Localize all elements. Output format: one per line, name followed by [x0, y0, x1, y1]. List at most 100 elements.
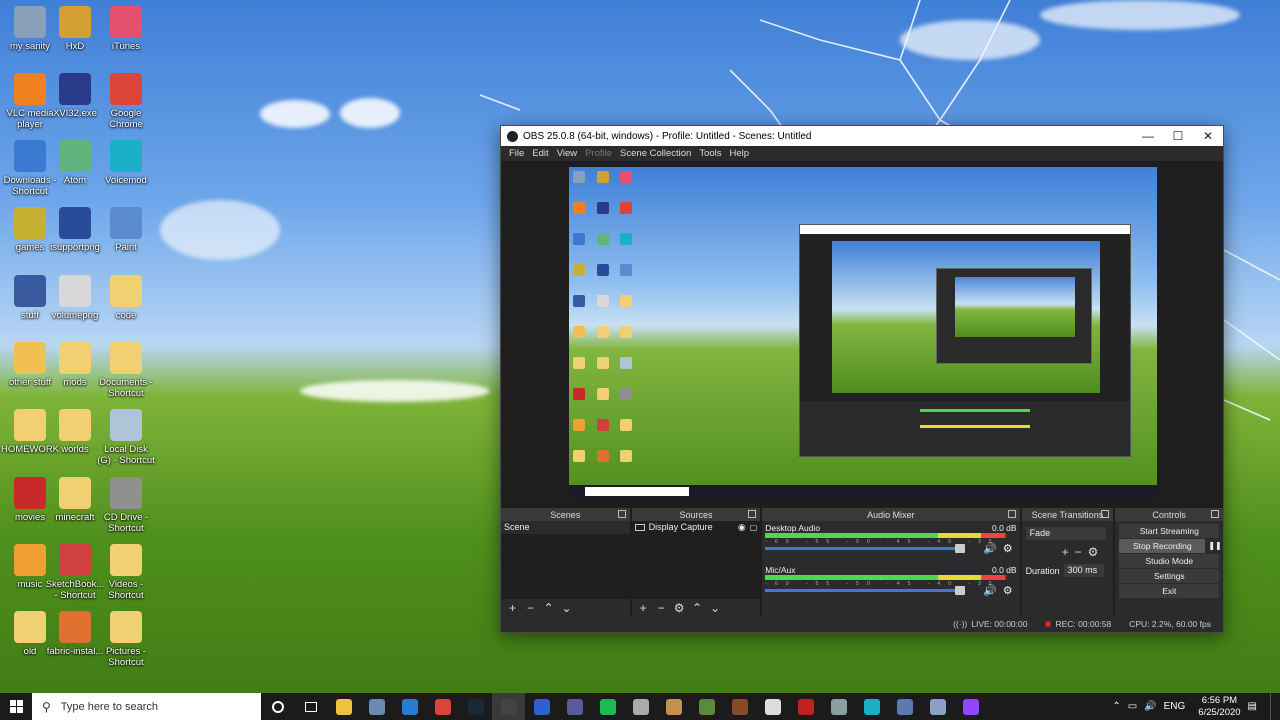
taskbar-chrome-icon[interactable] — [426, 693, 459, 720]
stop-recording-button[interactable]: Stop Recording — [1119, 539, 1206, 553]
app-icon — [14, 140, 46, 172]
transition-gear-icon[interactable]: ⚙ — [1088, 545, 1099, 559]
clock[interactable]: 6:56 PM 6/25/2020 — [1198, 695, 1240, 719]
speaker-icon[interactable]: 🔊 — [983, 542, 997, 555]
desktop-icon-item[interactable]: Local Disk (G) - Shortcut — [96, 409, 156, 466]
desktop-icon-item[interactable]: iTunes — [96, 6, 156, 52]
volume-fader[interactable] — [765, 586, 966, 595]
taskbar-app-15-icon[interactable] — [789, 693, 822, 720]
obs-titlebar[interactable]: OBS 25.0.8 (64-bit, windows) - Profile: … — [501, 126, 1223, 146]
desktop-icon-item[interactable]: Documents - Shortcut — [96, 342, 156, 399]
desktop-icon-item[interactable]: Pictures - Shortcut — [96, 611, 156, 668]
taskbar-app-19-icon[interactable] — [921, 693, 954, 720]
undock-icon[interactable] — [1007, 510, 1016, 518]
menu-scene-collection[interactable]: Scene Collection — [620, 148, 691, 159]
maximize-button[interactable]: ☐ — [1163, 126, 1193, 146]
add-source-button[interactable]: + — [637, 601, 650, 615]
visibility-eye-icon[interactable]: ◉ — [738, 521, 746, 534]
taskbar-app-17-icon[interactable] — [855, 693, 888, 720]
undock-icon[interactable] — [1101, 510, 1110, 518]
close-button[interactable]: ✕ — [1193, 126, 1223, 146]
remove-scene-button[interactable]: − — [524, 601, 537, 615]
taskbar-app-10-icon[interactable] — [624, 693, 657, 720]
taskbar-app-14-icon[interactable] — [756, 693, 789, 720]
task-view-icon[interactable] — [294, 693, 327, 720]
start-button[interactable] — [0, 693, 32, 720]
language-icon[interactable]: ENG — [1164, 701, 1186, 712]
taskbar-app-18-icon[interactable] — [888, 693, 921, 720]
studio-mode-button[interactable]: Studio Mode — [1119, 554, 1220, 568]
track-gear-icon[interactable]: ⚙ — [1003, 584, 1013, 597]
volume-fader[interactable] — [765, 544, 966, 553]
notifications-icon[interactable]: ▤ — [1248, 701, 1257, 712]
taskbar-app-2-icon[interactable] — [360, 693, 393, 720]
transition-select[interactable]: Fade — [1025, 527, 1106, 540]
move-up-icon[interactable]: ⌃ — [542, 601, 555, 615]
move-up-icon[interactable]: ⌃ — [691, 601, 704, 615]
pause-recording-icon[interactable]: ❚❚ — [1208, 539, 1221, 553]
desktop-icon-item[interactable]: Paint — [96, 207, 156, 253]
taskbar-app-13-icon[interactable] — [723, 693, 756, 720]
network-icon[interactable]: ▭ — [1128, 701, 1137, 712]
desktop-icon-item[interactable]: Videos - Shortcut — [96, 544, 156, 601]
start-streaming-button[interactable]: Start Streaming — [1119, 524, 1220, 538]
add-transition-button[interactable]: + — [1062, 545, 1069, 559]
rec-status: REC: 00:00:58 — [1045, 619, 1111, 629]
duration-input[interactable]: 300 ms — [1063, 564, 1104, 577]
desktop-icon-item[interactable]: code — [96, 275, 156, 321]
menu-edit[interactable]: Edit — [532, 148, 548, 159]
cortana-icon[interactable] — [261, 693, 294, 720]
minimize-button[interactable]: — — [1133, 126, 1163, 146]
taskbar-app-11-icon[interactable] — [657, 693, 690, 720]
nested-preview — [832, 241, 1100, 393]
preview-canvas[interactable] — [569, 167, 1157, 498]
menu-tools[interactable]: Tools — [699, 148, 721, 159]
track-gear-icon[interactable]: ⚙ — [1003, 542, 1013, 555]
taskbar-app-16-icon[interactable] — [822, 693, 855, 720]
clock-time: 6:56 PM — [1201, 694, 1238, 706]
taskbar-minecraft-icon[interactable] — [690, 693, 723, 720]
menu-view[interactable]: View — [557, 148, 577, 159]
taskbar-spotify-icon[interactable] — [591, 693, 624, 720]
desktop-icon-item[interactable]: Google Chrome — [96, 73, 156, 130]
desktop-icon-label: Pictures - Shortcut — [105, 646, 147, 668]
source-properties-gear-icon[interactable]: ⚙ — [673, 601, 686, 615]
undock-icon[interactable] — [748, 510, 757, 518]
exit-button[interactable]: Exit — [1119, 584, 1220, 598]
lock-icon[interactable]: ▢ — [750, 521, 758, 534]
menu-help[interactable]: Help — [730, 148, 750, 159]
remove-source-button[interactable]: − — [655, 601, 668, 615]
move-down-icon[interactable]: ⌄ — [709, 601, 722, 615]
menu-profile[interactable]: Profile — [585, 148, 612, 159]
add-scene-button[interactable]: + — [506, 601, 519, 615]
remove-transition-button[interactable]: − — [1075, 545, 1082, 559]
taskbar-app-3-icon[interactable] — [393, 693, 426, 720]
desktop-icon-item[interactable]: Voicemod — [96, 140, 156, 186]
fader-knob[interactable] — [955, 544, 966, 553]
menu-file[interactable]: File — [509, 148, 524, 159]
taskbar-obs-icon[interactable] — [492, 693, 525, 720]
taskbar-search-input[interactable]: ⚲ Type here to search — [32, 693, 261, 720]
undock-icon[interactable] — [1211, 510, 1220, 518]
obs-window[interactable]: OBS 25.0.8 (64-bit, windows) - Profile: … — [500, 125, 1224, 633]
undock-icon[interactable] — [617, 510, 626, 518]
taskbar-file-explorer-icon[interactable] — [327, 693, 360, 720]
mini-desktop-icon — [573, 388, 585, 400]
source-item[interactable]: Display Capture ◉ ▢ — [632, 521, 761, 534]
settings-button[interactable]: Settings — [1119, 569, 1220, 583]
taskbar-twitch-icon[interactable] — [954, 693, 987, 720]
move-down-icon[interactable]: ⌄ — [560, 601, 573, 615]
chevron-up-icon[interactable]: ⌃ — [1112, 701, 1120, 712]
volume-icon[interactable]: 🔊 — [1144, 701, 1156, 712]
scene-item[interactable]: Scene — [501, 521, 630, 534]
mini-desktop-icon — [573, 202, 585, 214]
app-icon — [59, 544, 91, 576]
show-desktop-button[interactable] — [1270, 693, 1274, 720]
desktop-icon-item[interactable]: CD Drive - Shortcut — [96, 477, 156, 534]
fader-knob[interactable] — [955, 586, 966, 595]
taskbar-app-7-icon[interactable] — [525, 693, 558, 720]
taskbar-steam-icon[interactable] — [459, 693, 492, 720]
speaker-icon[interactable]: 🔊 — [983, 584, 997, 597]
search-placeholder: Type here to search — [60, 700, 159, 713]
taskbar-app-8-icon[interactable] — [558, 693, 591, 720]
